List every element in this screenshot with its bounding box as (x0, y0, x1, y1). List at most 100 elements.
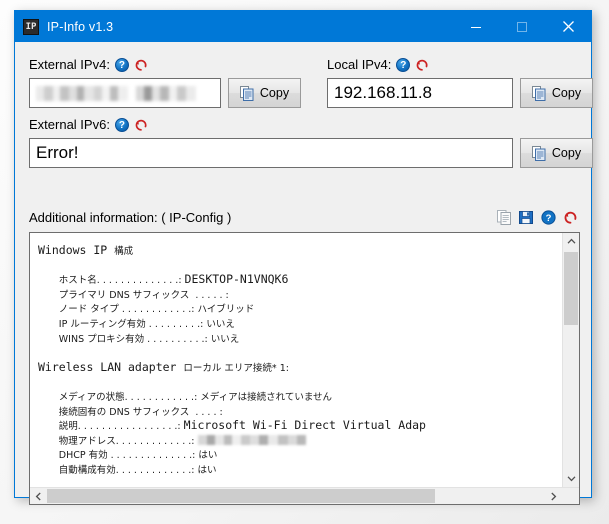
maximize-icon (517, 21, 527, 32)
ip-config-line-ascii (38, 272, 59, 286)
external-ipv4-label: External IPv4: (29, 57, 110, 72)
refresh-icon[interactable] (563, 210, 578, 225)
scroll-up-button[interactable] (563, 233, 579, 250)
ip-config-line (38, 258, 562, 273)
help-icon[interactable]: ? (396, 57, 411, 72)
refresh-icon[interactable] (415, 58, 429, 72)
ip-config-line-jp: プライマリ DNS サフィックス . . . . . : (58, 289, 229, 301)
scroll-down-button[interactable] (563, 470, 579, 487)
ip-config-line-jp: WINS プロキシ有効 . . . . . . . . . .: いいえ (58, 333, 240, 345)
help-icon[interactable]: ? (114, 57, 129, 72)
close-button[interactable] (545, 11, 591, 42)
external-ipv6-copy-button[interactable]: Copy (520, 138, 593, 168)
vertical-scroll-track[interactable] (563, 250, 579, 470)
scroll-right-button[interactable] (545, 488, 562, 504)
additional-information-label: Additional information: ( IP-Config ) (29, 210, 232, 225)
ip-config-line-ascii (38, 462, 59, 476)
ip-config-line-ascii (38, 404, 59, 418)
horizontal-scroll-track[interactable] (47, 488, 545, 504)
additional-information-toolbar: ? (497, 210, 578, 225)
ip-config-line: 物理アドレス. . . . . . . . . . . . .: (38, 433, 562, 448)
local-ipv4-copy-button[interactable]: Copy (520, 78, 593, 108)
ip-config-line-ascii: Wireless LAN adapter (38, 359, 184, 374)
ip-config-line-ascii (38, 301, 59, 315)
ip-config-line: ホスト名. . . . . . . . . . . . . .: DESKTOP… (38, 272, 562, 287)
copy-document-icon (239, 85, 254, 101)
ip-config-line-ascii (38, 447, 59, 461)
ip-config-line (38, 374, 562, 389)
chevron-right-icon (551, 492, 557, 501)
ip-config-line-jp: 自動構成有効. . . . . . . . . . . . .: はい (58, 464, 217, 476)
external-ipv6-field[interactable]: Error! (29, 138, 513, 168)
title-bar[interactable]: IP-Info v1.3 (15, 11, 591, 42)
external-ipv4-copy-label: Copy (259, 86, 290, 100)
ip-config-line-ascii (38, 287, 59, 301)
ip-config-line: メディアの状態. . . . . . . . . . . .: メディアは接続さ… (38, 389, 562, 404)
scroll-left-button[interactable] (30, 488, 47, 504)
redacted-mac-address (197, 434, 306, 445)
ip-config-line-jp: 説明. . . . . . . . . . . . . . . . .: (58, 421, 184, 433)
vertical-scrollbar[interactable] (562, 233, 579, 487)
ip-config-output-text[interactable]: Windows IP 構成 ホスト名. . . . . . . . . . . … (30, 233, 562, 487)
ip-config-line: プライマリ DNS サフィックス . . . . . : (38, 287, 562, 302)
ip-config-line-jp: ホスト名. . . . . . . . . . . . . .: (58, 275, 185, 287)
ip-config-line-jp: 構成 (114, 246, 134, 257)
minimize-button[interactable] (453, 11, 499, 42)
ip-config-line-value: DESKTOP-N1VNQK6 (184, 272, 289, 287)
help-icon[interactable]: ? (114, 117, 129, 132)
ip-config-line: 接続固有の DNS サフィックス . . . . : (38, 404, 562, 419)
ip-config-line-jp: DHCP 有効 . . . . . . . . . . . . . .: はい (58, 450, 218, 462)
external-ipv4-field[interactable] (29, 78, 221, 108)
ip-config-line-ascii (38, 389, 59, 403)
client-area: External IPv4: ? Copy Local IPv4: ? 192.… (15, 42, 593, 505)
external-ipv4-label-row: External IPv4: ? (29, 57, 148, 72)
ip-config-output-body: Windows IP 構成 ホスト名. . . . . . . . . . . … (30, 233, 579, 487)
ip-config-output-box[interactable]: Windows IP 構成 ホスト名. . . . . . . . . . . … (29, 232, 580, 505)
ip-config-line: IP ルーティング有効 . . . . . . . . .: いいえ (38, 316, 562, 331)
window-title: IP-Info v1.3 (47, 19, 114, 34)
ip-config-line-jp: 接続固有の DNS サフィックス . . . . : (58, 406, 223, 418)
ip-info-icon (23, 18, 39, 35)
help-icon[interactable]: ? (541, 210, 556, 225)
horizontal-scroll-thumb[interactable] (47, 489, 436, 503)
ip-config-line: ノード タイプ . . . . . . . . . . . .: ハイブリッド (38, 301, 562, 316)
additional-information-header: Additional information: ( IP-Config ) ? (29, 210, 578, 225)
maximize-button[interactable] (499, 11, 545, 42)
ip-config-line: Wireless LAN adapter ローカル エリア接続* 1: (38, 360, 562, 375)
minimize-icon (471, 26, 481, 28)
save-floppy-icon[interactable] (519, 210, 534, 225)
ip-config-line-ascii (38, 433, 59, 447)
chevron-left-icon (35, 492, 41, 501)
chevron-down-icon (567, 476, 576, 482)
ip-config-line-ascii: Windows IP (38, 243, 115, 257)
ip-config-line: DHCP 有効 . . . . . . . . . . . . . .: はい (38, 447, 562, 462)
external-ipv6-copy-label: Copy (551, 146, 582, 160)
refresh-icon[interactable] (134, 118, 148, 132)
local-ipv4-label-row: Local IPv4: ? (327, 57, 429, 72)
close-icon (562, 21, 574, 32)
ip-config-line-value: Microsoft Wi-Fi Direct Virtual Adap (183, 418, 426, 433)
svg-text:?: ? (546, 213, 552, 224)
ip-config-line (38, 345, 562, 360)
vertical-scroll-thumb[interactable] (564, 252, 578, 325)
external-ipv4-copy-button[interactable]: Copy (228, 78, 301, 108)
ip-config-line-ascii (38, 418, 59, 432)
ip-config-line-jp: 物理アドレス. . . . . . . . . . . . .: (58, 435, 198, 447)
refresh-icon[interactable] (134, 58, 148, 72)
ip-config-line: Windows IP 構成 (38, 243, 562, 258)
ip-config-line-jp: ノード タイプ . . . . . . . . . . . .: ハイブリッド (58, 304, 255, 316)
ip-config-line (38, 477, 562, 488)
copy-document-icon[interactable] (497, 210, 512, 225)
local-ipv4-field[interactable]: 192.168.11.8 (327, 78, 513, 108)
ip-config-line-jp: ローカル エリア接続* 1: (183, 362, 289, 374)
ip-config-line: 説明. . . . . . . . . . . . . . . . .: Mic… (38, 418, 562, 433)
scrollbar-corner (562, 488, 579, 504)
copy-document-icon (531, 145, 546, 161)
local-ipv4-copy-label: Copy (551, 86, 582, 100)
horizontal-scrollbar[interactable] (30, 487, 579, 504)
ip-config-line-ascii (38, 316, 59, 330)
ip-config-line-jp: メディアの状態. . . . . . . . . . . .: メディアは接続さ… (58, 391, 333, 403)
external-ipv6-label: External IPv6: (29, 117, 110, 132)
desktop-background: IP-Info v1.3 External IPv4: (0, 0, 609, 524)
copy-document-icon (531, 85, 546, 101)
